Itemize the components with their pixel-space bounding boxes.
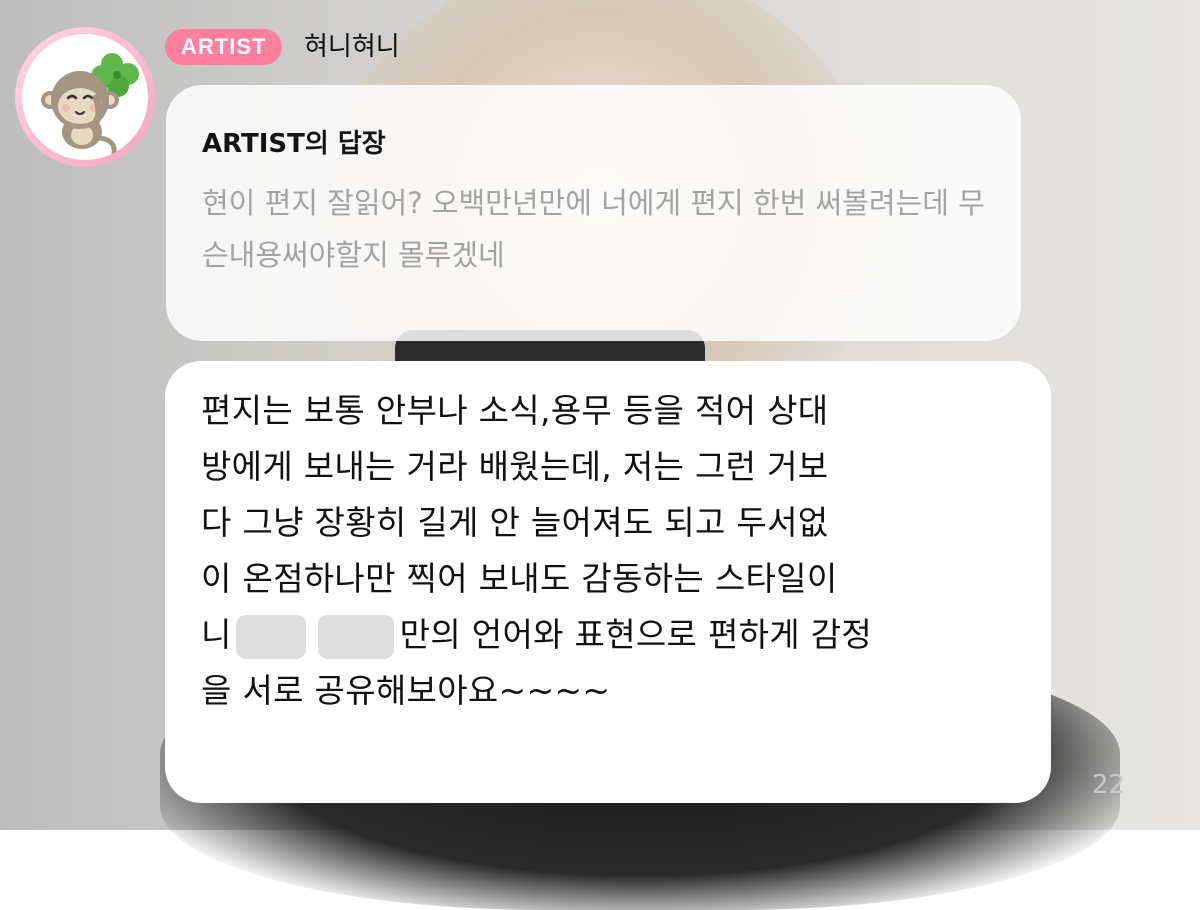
redacted-blur: [317, 614, 394, 659]
reply-card[interactable]: ARTIST의 답장 현이 편지 잘읽어? 오백만년만에 너에게 편지 한번 써…: [166, 85, 1021, 341]
message-line: 이 온점하나만 찍어 보내도 감동하는 스타일이: [201, 559, 838, 598]
avatar-image: [22, 34, 148, 160]
reply-title: ARTIST의 답장: [202, 129, 386, 159]
artist-badge: ARTIST: [165, 29, 283, 65]
message-line: 니 만의 언어와 표현으로 편하게 감정: [201, 607, 1015, 663]
redacted-blur: [235, 614, 306, 659]
message-line: 을 서로 공유해보아요~~~~: [201, 671, 611, 710]
username[interactable]: 혀니혀니: [304, 28, 400, 66]
message-line: 다 그냥 장황히 길게 안 늘어져도 되고 두서없: [201, 503, 829, 542]
monkey-clover-icon: [41, 53, 139, 157]
message-timestamp: 22: [1092, 770, 1126, 800]
message-line: 방에게 보내는 거라 배웠는데, 저는 그런 거보: [201, 447, 829, 486]
message-line: 편지는 보통 안부나 소식,용무 등을 적어 상대: [201, 391, 829, 430]
message-line-suffix: 만의 언어와 표현으로 편하게 감정: [399, 615, 873, 654]
reply-quoted-text: 현이 편지 잘읽어? 오백만년만에 너에게 편지 한번 써볼려는데 무슨내용써야…: [202, 186, 985, 272]
message-bubble[interactable]: 편지는 보통 안부나 소식,용무 등을 적어 상대 방에게 보내는 거라 배웠는…: [165, 361, 1051, 803]
avatar[interactable]: [15, 27, 155, 167]
message-line-prefix: 니: [201, 615, 232, 654]
message-text: 편지는 보통 안부나 소식,용무 등을 적어 상대 방에게 보내는 거라 배웠는…: [201, 383, 1015, 719]
